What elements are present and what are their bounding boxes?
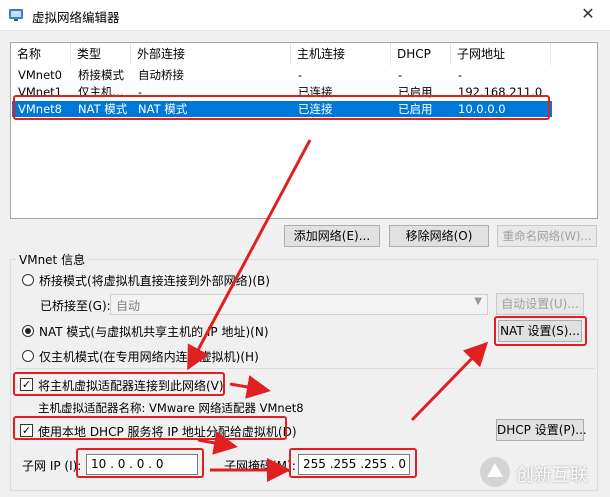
annotation-box-subnet-ip [76, 448, 204, 478]
cell-dhcp: - [398, 68, 403, 82]
auto-settings-button[interactable]: 自动设置(U)... [496, 293, 584, 315]
annotation-box-nat-settings [494, 316, 587, 346]
column-header-name[interactable]: 名称 [11, 43, 71, 65]
column-header-host[interactable]: 主机连接 [291, 43, 391, 65]
annotation-box-vmnet8-row [13, 95, 550, 120]
cell-subnet: - [458, 68, 463, 82]
remove-network-button[interactable]: 移除网络(O) [389, 225, 489, 247]
dhcp-settings-button[interactable]: DHCP 设置(P)... [496, 419, 587, 441]
watermark-text: 创新互联 [516, 465, 588, 486]
add-network-button[interactable]: 添加网络(E)... [284, 225, 380, 247]
bridged-to-label: 已桥接至(G): [40, 299, 111, 313]
hostonly-radio-label: 仅主机模式(在专用网络内连接虚拟机)(H) [39, 350, 259, 364]
column-header-dhcp[interactable]: DHCP [391, 43, 451, 65]
bridged-radio-label: 桥接模式(将虚拟机直接连接到外部网络)(B) [39, 274, 270, 288]
table-row[interactable]: VMnet0 桥接模式 自动桥接 - - - [12, 67, 552, 83]
column-header-subnet[interactable]: 子网地址 [451, 43, 551, 65]
annotation-box-connect-adapter [13, 372, 225, 396]
cell-name: VMnet0 [18, 68, 62, 82]
hostonly-radio[interactable] [22, 350, 34, 362]
subnet-ip-label: 子网 IP (I): [22, 459, 82, 473]
network-list[interactable]: 名称 类型 外部连接 主机连接 DHCP 子网地址 VMnet0 桥接模式 自动桥接… [10, 42, 598, 219]
window-title: 虚拟网络编辑器 [32, 10, 120, 25]
subnet-mask-label: 子网掩码(M): [224, 459, 296, 473]
logo-icon [480, 457, 510, 487]
cell-external: 自动桥接 [138, 68, 184, 82]
column-header-external[interactable]: 外部连接 [131, 43, 291, 65]
rename-network-button[interactable]: 重命名网络(W)... [497, 225, 597, 247]
bridged-radio[interactable] [22, 274, 34, 286]
nat-radio[interactable] [22, 325, 34, 337]
bridged-to-value: 自动 [116, 299, 141, 313]
nat-radio-label: NAT 模式(与虚拟机共享主机的 IP 地址)(N) [39, 325, 269, 339]
watermark-logo: 创新互联 [478, 455, 608, 489]
divider [16, 368, 594, 369]
chevron-down-icon: ▼ [474, 296, 482, 307]
annotation-box-dhcp [13, 416, 287, 440]
network-app-icon [9, 9, 23, 21]
title-bar: 虚拟网络编辑器 ✕ [0, 0, 610, 31]
cell-type: 桥接模式 [78, 68, 124, 82]
column-header-type[interactable]: 类型 [71, 43, 131, 65]
vmnet-info-label: VMnet 信息 [16, 251, 89, 268]
cell-host: - [298, 68, 303, 82]
radio-selected-dot [25, 328, 31, 334]
adapter-name-text: 主机虚拟适配器名称: VMware 网络适配器 VMnet8 [38, 401, 304, 415]
annotation-box-subnet-mask [289, 448, 417, 478]
close-icon[interactable]: ✕ [578, 4, 598, 24]
bridged-to-select[interactable]: 自动 ▼ [110, 294, 488, 315]
